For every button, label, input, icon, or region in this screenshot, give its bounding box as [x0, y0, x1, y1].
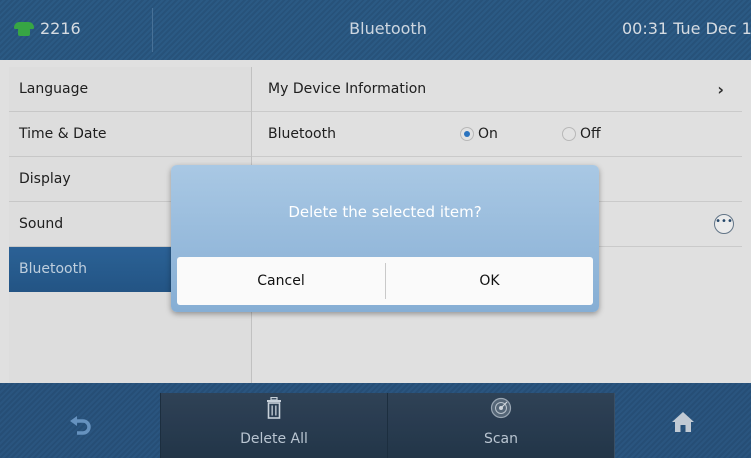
- delete-confirm-dialog: Delete the selected item? Cancel OK: [171, 165, 599, 312]
- cancel-button[interactable]: Cancel: [177, 257, 385, 305]
- dialog-message: Delete the selected item?: [288, 203, 482, 221]
- ok-button[interactable]: OK: [386, 257, 593, 305]
- dialog-button-bar: Cancel OK: [177, 257, 593, 305]
